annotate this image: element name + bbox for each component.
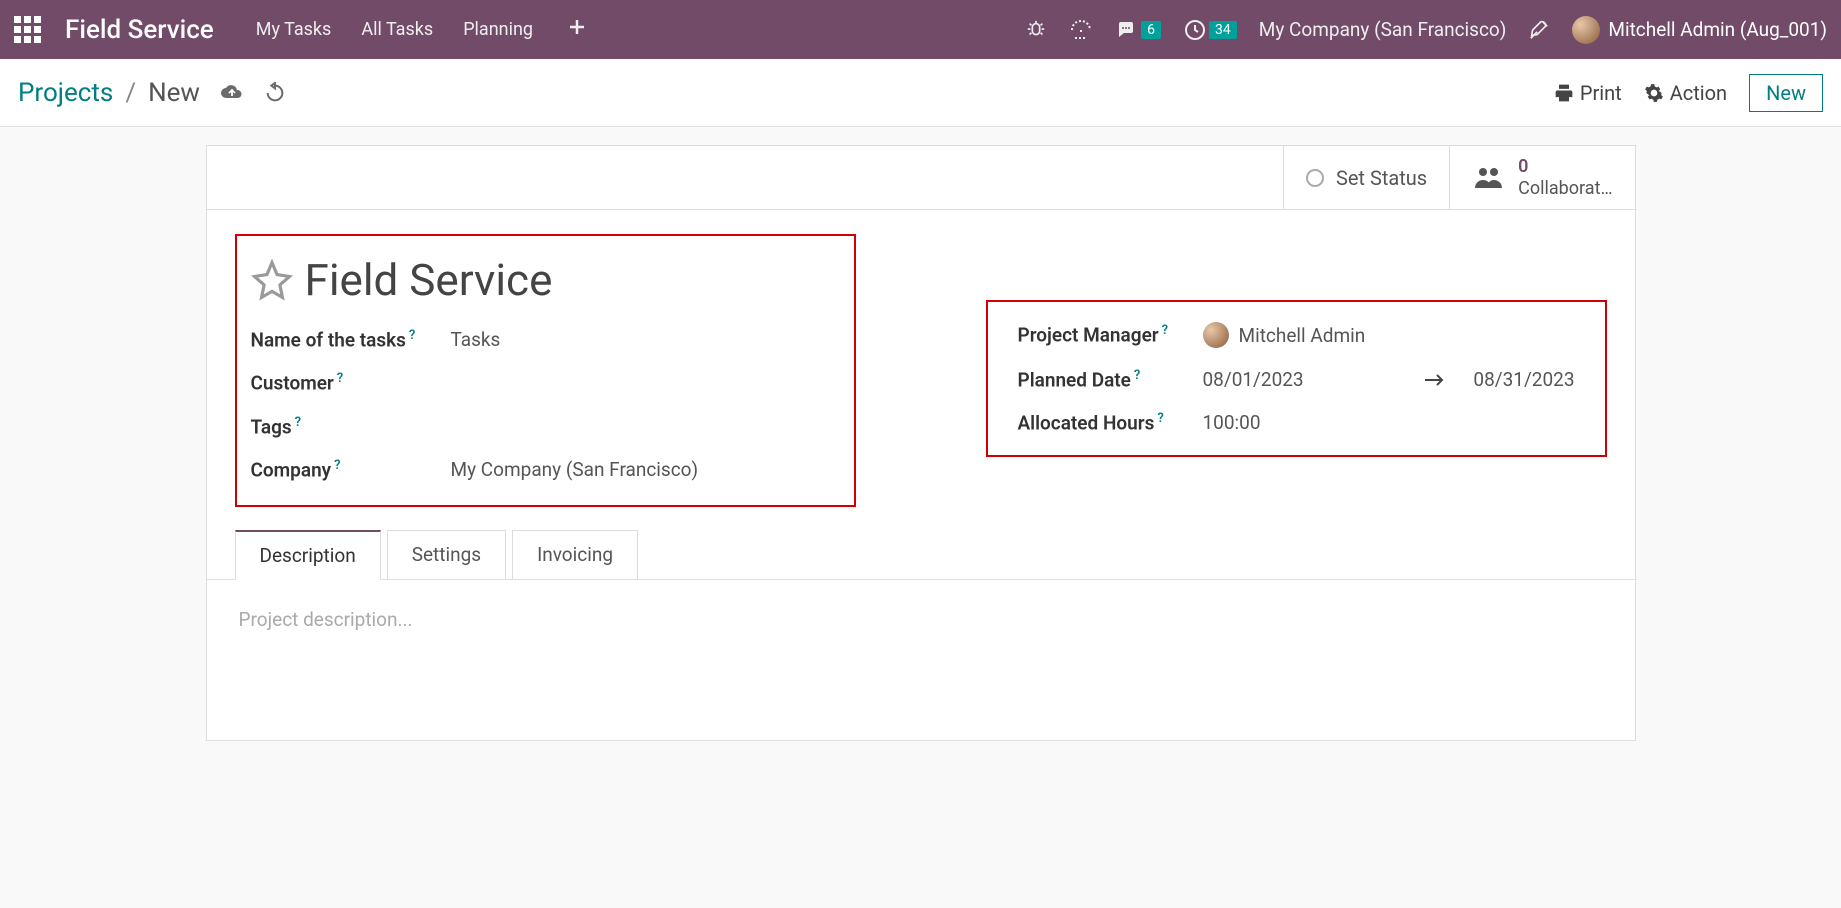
hours-value[interactable]: 100:00 [1203,411,1575,434]
company-selector[interactable]: My Company (San Francisco) [1259,18,1507,41]
top-navbar: Field Service My Tasks All Tasks Plannin… [0,0,1841,59]
toolbar: Print Action New [1554,74,1823,112]
nav-planning[interactable]: Planning [463,19,533,40]
date-label: Planned Date? [1018,368,1203,391]
form-body: Field Service Name of the tasks? Tasks C… [207,210,1635,515]
activity-badge: 34 [1209,21,1237,39]
field-company: Company? My Company (San Francisco) [251,458,840,481]
nav-menu: My Tasks All Tasks Planning [256,19,591,40]
tools-icon[interactable] [1528,19,1550,41]
help-icon[interactable]: ? [334,458,340,473]
arrow-right-icon [1423,373,1445,387]
status-bar: Set Status 0 Collaborat… [207,146,1635,210]
breadcrumb: Projects / New [18,78,286,108]
star-icon[interactable] [251,259,293,301]
date-end[interactable]: 08/31/2023 [1473,368,1574,391]
date-value[interactable]: 08/01/2023 08/31/2023 [1203,368,1575,391]
user-name: Mitchell Admin (Aug_001) [1608,18,1827,41]
nav-right: 6 34 My Company (San Francisco) Mitchell… [1025,16,1827,44]
activity-icon[interactable]: 34 [1183,18,1237,42]
new-button[interactable]: New [1749,74,1823,112]
field-tags: Tags? [251,415,840,438]
form-sheet: Set Status 0 Collaborat… Field S [206,145,1636,741]
cloud-save-icon[interactable] [220,82,244,104]
tags-label: Tags? [251,415,451,438]
nav-all-tasks[interactable]: All Tasks [361,19,433,40]
right-column: Project Manager? Mitchell Admin Planned … [986,234,1607,457]
set-status-button[interactable]: Set Status [1283,146,1449,209]
field-customer: Customer? [251,371,840,394]
app-brand[interactable]: Field Service [65,15,214,45]
collab-label: Collaborat… [1518,178,1612,200]
avatar [1203,322,1229,348]
action-button[interactable]: Action [1644,81,1727,105]
right-fields-highlight: Project Manager? Mitchell Admin Planned … [986,300,1607,457]
hours-label: Allocated Hours? [1018,411,1203,434]
pm-value[interactable]: Mitchell Admin [1203,322,1575,348]
breadcrumb-sep: / [125,78,136,108]
discard-icon[interactable] [264,82,286,104]
collab-text: 0 Collaborat… [1518,156,1612,199]
timer-icon[interactable] [1069,18,1093,42]
help-icon[interactable]: ? [337,371,343,386]
field-planned-date: Planned Date? 08/01/2023 08/31/2023 [1018,368,1575,391]
chat-icon[interactable]: 6 [1115,18,1161,42]
bug-icon[interactable] [1025,19,1047,41]
tab-content-description[interactable]: Project description... [207,580,1635,740]
chat-badge: 6 [1141,21,1161,39]
title-row: Field Service [251,254,840,306]
nav-new-icon[interactable] [563,19,591,40]
description-placeholder: Project description... [239,608,413,631]
date-start[interactable]: 08/01/2023 [1203,368,1304,391]
print-button[interactable]: Print [1554,81,1622,105]
tab-settings[interactable]: Settings [387,530,506,580]
name-of-tasks-label: Name of the tasks? [251,328,451,351]
action-label: Action [1670,81,1727,105]
help-icon[interactable]: ? [1162,323,1168,338]
nav-left: Field Service My Tasks All Tasks Plannin… [14,15,591,45]
help-icon[interactable]: ? [1134,368,1140,383]
help-icon[interactable]: ? [409,328,415,343]
project-title[interactable]: Field Service [305,254,553,306]
user-menu[interactable]: Mitchell Admin (Aug_001) [1572,16,1827,44]
collab-count: 0 [1518,156,1612,178]
name-of-tasks-value[interactable]: Tasks [451,328,840,351]
collaborators-icon [1472,164,1506,192]
tab-invoicing[interactable]: Invoicing [512,530,638,580]
collaborators-button[interactable]: 0 Collaborat… [1449,146,1634,209]
set-status-label: Set Status [1336,166,1427,190]
status-radio-icon [1306,169,1324,187]
form-wrapper: Set Status 0 Collaborat… Field S [0,127,1841,759]
print-label: Print [1580,81,1622,105]
tabs: Description Settings Invoicing [207,529,1635,580]
left-fields-highlight: Field Service Name of the tasks? Tasks C… [235,234,856,507]
breadcrumb-current: New [148,78,200,108]
field-allocated-hours: Allocated Hours? 100:00 [1018,411,1575,434]
company-value[interactable]: My Company (San Francisco) [451,458,840,481]
apps-icon[interactable] [14,16,41,43]
breadcrumb-bar: Projects / New Print Action New [0,59,1841,127]
field-name-of-tasks: Name of the tasks? Tasks [251,328,840,351]
pm-label: Project Manager? [1018,323,1203,346]
nav-my-tasks[interactable]: My Tasks [256,19,332,40]
help-icon[interactable]: ? [295,415,301,430]
field-project-manager: Project Manager? Mitchell Admin [1018,322,1575,348]
customer-label: Customer? [251,371,451,394]
tab-description[interactable]: Description [235,530,381,580]
breadcrumb-projects[interactable]: Projects [18,78,113,108]
avatar [1572,16,1600,44]
company-label: Company? [251,458,451,481]
help-icon[interactable]: ? [1157,411,1163,426]
